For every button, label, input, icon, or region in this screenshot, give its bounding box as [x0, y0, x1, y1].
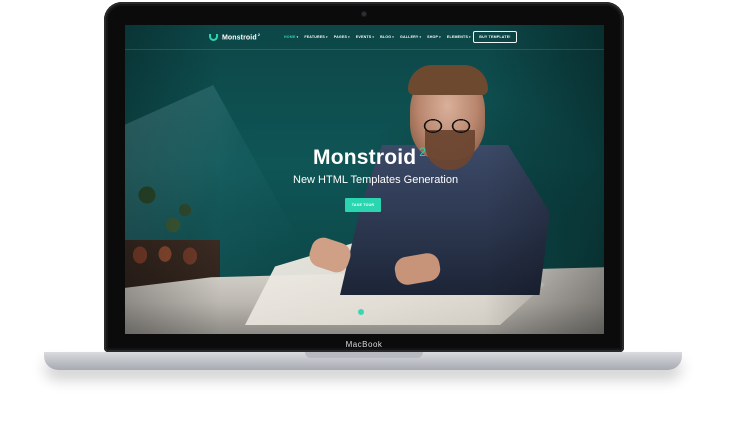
device-brand-label: MacBook [345, 340, 383, 349]
scroll-indicator-dot[interactable] [358, 309, 364, 315]
device-mockup: Monstroid2 HOME ▾ FEATURES ▾ PAGES ▾ EVE… [0, 0, 733, 442]
hero-title: Monstroid 2 [313, 145, 426, 170]
take-tour-button[interactable]: TAKE TOUR [345, 198, 381, 212]
webcam-icon [362, 12, 366, 16]
laptop-screen: Monstroid2 HOME ▾ FEATURES ▾ PAGES ▾ EVE… [125, 25, 604, 334]
laptop-base-notch [305, 352, 423, 358]
hero-subtitle: New HTML Templates Generation [293, 174, 459, 186]
hero-section: Monstroid 2 New HTML Templates Generation… [125, 25, 604, 334]
hero-title-superscript: 2 [419, 145, 427, 159]
hero-title-text: Monstroid [313, 146, 417, 169]
